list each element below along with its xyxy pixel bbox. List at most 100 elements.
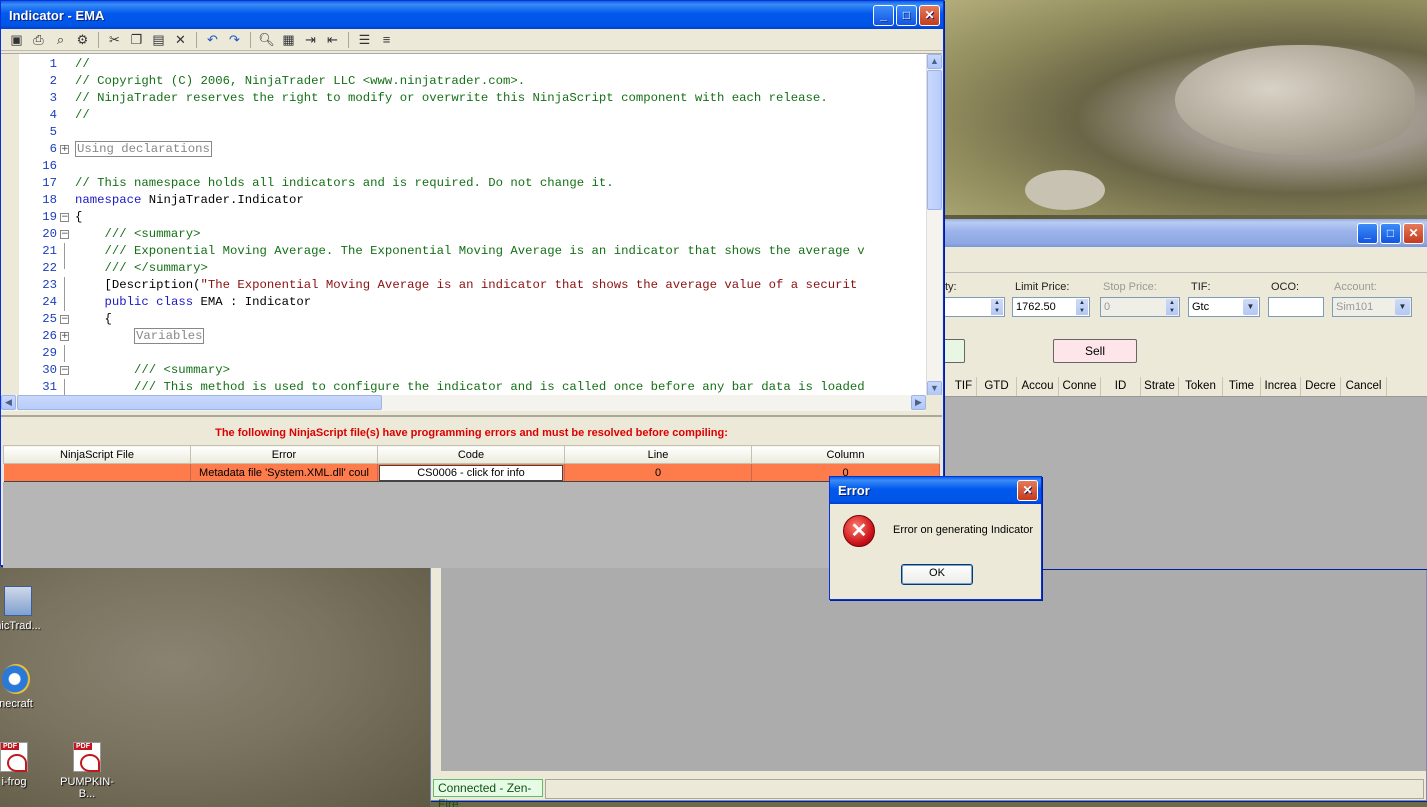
uncomment-icon[interactable]: ≡ (377, 31, 396, 49)
code-line[interactable]: 3 // NinjaTrader reserves the right to mo… (19, 90, 926, 107)
chevron-down-icon[interactable]: ▼ (1243, 299, 1258, 315)
collapse-icon[interactable]: − (60, 315, 69, 324)
horizontal-scrollbar[interactable]: ◀ ▶ (1, 395, 926, 411)
error-code-info-button[interactable]: CS0006 - click for info (379, 464, 563, 481)
desktop-icon-pdf-pumpkin[interactable]: PUMPKIN-B... (54, 742, 120, 800)
scroll-down-icon[interactable]: ▼ (927, 381, 942, 395)
code-line[interactable]: 31 /// This method is used to configure … (19, 379, 926, 395)
fold-guide-line (64, 379, 65, 395)
minimize-button[interactable]: _ (873, 4, 894, 26)
paste-icon[interactable]: ▤ (149, 31, 168, 49)
code-line[interactable]: 19−{ (19, 209, 926, 226)
orders-column-header[interactable]: Strate (1141, 377, 1179, 396)
quantity-input[interactable]: ▲ ▼ (945, 297, 1005, 317)
column-header-code[interactable]: Code (377, 445, 565, 464)
orders-column-header[interactable]: Token (1179, 377, 1223, 396)
desktop-icon-trading-app[interactable]: nicTrad... (0, 586, 48, 632)
expand-icon[interactable]: + (60, 145, 69, 154)
column-header-file[interactable]: NinjaScript File (3, 445, 191, 464)
orders-column-header[interactable]: Conne (1059, 377, 1101, 396)
spin-arrows-icon[interactable]: ▲ ▼ (1076, 299, 1088, 315)
buy-button[interactable] (945, 339, 965, 363)
close-button[interactable]: ✕ (919, 4, 940, 26)
vertical-scrollbar[interactable]: ▲ ▼ (926, 54, 942, 395)
spin-arrows-icon[interactable]: ▲ ▼ (991, 299, 1003, 315)
collapse-icon[interactable]: − (60, 213, 69, 222)
orders-column-header[interactable]: GTD (977, 377, 1017, 396)
sell-button[interactable]: Sell (1053, 339, 1137, 363)
print-icon[interactable]: ⎙ (29, 31, 48, 49)
orders-column-header[interactable]: Time (1223, 377, 1261, 396)
indent-icon[interactable]: ⇥ (301, 31, 320, 49)
close-button[interactable]: ✕ (1403, 222, 1424, 244)
limit-price-input[interactable]: 1762.50 ▲ ▼ (1012, 297, 1090, 317)
spin-arrows-icon[interactable]: ▲ ▼ (1166, 299, 1178, 315)
code-line[interactable]: 26 + Variables (19, 328, 926, 345)
replace-icon[interactable]: ▦ (279, 31, 298, 49)
comment-icon[interactable]: ☰ (355, 31, 374, 49)
ok-button[interactable]: OK (901, 564, 973, 585)
code-line[interactable]: 25− { (19, 311, 926, 328)
code-line[interactable]: 17 // This namespace holds all indicators… (19, 175, 926, 192)
compile-icon[interactable]: ⚙ (73, 31, 92, 49)
code-line[interactable]: 23 [Description("The Exponential Moving … (19, 277, 926, 294)
scroll-left-icon[interactable]: ◀ (1, 395, 16, 410)
stop-price-input[interactable]: 0 ▲ ▼ (1100, 297, 1180, 317)
tif-select[interactable]: Gtc ▼ (1188, 297, 1260, 317)
scroll-right-icon[interactable]: ▶ (911, 395, 926, 410)
copy-icon[interactable]: ❐ (127, 31, 146, 49)
undo-icon[interactable]: ↶ (203, 31, 222, 49)
code-line[interactable]: 6 + Using declarations (19, 141, 926, 158)
expand-icon[interactable]: + (60, 332, 69, 341)
code-line[interactable]: 30− /// <summary> (19, 362, 926, 379)
minimize-button[interactable]: _ (1357, 222, 1378, 244)
code-line[interactable]: 16 (19, 158, 926, 175)
oco-input[interactable] (1268, 297, 1324, 317)
desktop-icon-pdf-frog[interactable]: i-frog (0, 742, 44, 788)
outdent-icon[interactable]: ⇤ (323, 31, 342, 49)
find-icon[interactable]: 🔍︎ (257, 31, 276, 49)
code-line[interactable]: 29 (19, 345, 926, 362)
maximize-button[interactable]: □ (1380, 222, 1401, 244)
code-line[interactable]: 5 (19, 124, 926, 141)
dialog-titlebar[interactable]: Error ✕ (830, 477, 1041, 504)
desktop-icon-minecraft[interactable]: necraft (0, 664, 46, 710)
column-header-column[interactable]: Column (751, 445, 940, 464)
cut-icon[interactable]: ✂ (105, 31, 124, 49)
code-line[interactable]: 20− /// <summary> (19, 226, 926, 243)
orders-column-header[interactable]: ID (1101, 377, 1141, 396)
column-header-line[interactable]: Line (564, 445, 752, 464)
code-line[interactable]: 22 /// </summary> (19, 260, 926, 277)
maximize-button[interactable]: □ (896, 4, 917, 26)
collapse-icon[interactable]: − (60, 366, 69, 375)
order-entry-titlebar[interactable]: _ □ ✕ (945, 219, 1427, 247)
delete-icon[interactable]: ✕ (171, 31, 190, 49)
code-line[interactable]: 18 namespace NinjaTrader.Indicator (19, 192, 926, 209)
orders-column-header[interactable]: Cancel (1341, 377, 1387, 396)
print-preview-icon[interactable]: ⌕ (51, 31, 70, 49)
code-editor[interactable]: 1 // 2 // Copyright (C) 2006, NinjaTrader L… (1, 53, 942, 395)
code-line[interactable]: 24 public class EMA : Indicator (19, 294, 926, 311)
scroll-up-icon[interactable]: ▲ (927, 54, 942, 69)
orders-column-header[interactable]: Accou (1017, 377, 1059, 396)
orders-column-header[interactable]: Increa (1261, 377, 1301, 396)
chevron-down-icon[interactable]: ▼ (1395, 299, 1410, 315)
collapse-icon[interactable]: − (60, 230, 69, 239)
horizontal-scroll-thumb[interactable] (17, 395, 382, 410)
code-line[interactable]: 1 // (19, 56, 926, 73)
redo-icon[interactable]: ↷ (225, 31, 244, 49)
editor-titlebar[interactable]: Indicator - EMA _ □ ✕ (1, 1, 943, 29)
orders-column-header[interactable]: TIF (951, 377, 977, 396)
table-row[interactable]: Metadata file 'System.XML.dll' coul CS00… (3, 463, 940, 482)
code-line[interactable]: 4 // (19, 107, 926, 124)
vertical-scroll-thumb[interactable] (927, 70, 942, 210)
code-text: namespace NinjaTrader.Indicator (75, 193, 304, 207)
column-header-error[interactable]: Error (190, 445, 378, 464)
save-icon[interactable]: ▣ (7, 31, 26, 49)
close-button[interactable]: ✕ (1017, 480, 1038, 501)
orders-column-header[interactable]: Decre (1301, 377, 1341, 396)
line-number: 25 (42, 312, 57, 326)
code-line[interactable]: 21 /// Exponential Moving Average. The E… (19, 243, 926, 260)
account-select[interactable]: Sim101 ▼ (1332, 297, 1412, 317)
code-line[interactable]: 2 // Copyright (C) 2006, NinjaTrader LLC … (19, 73, 926, 90)
